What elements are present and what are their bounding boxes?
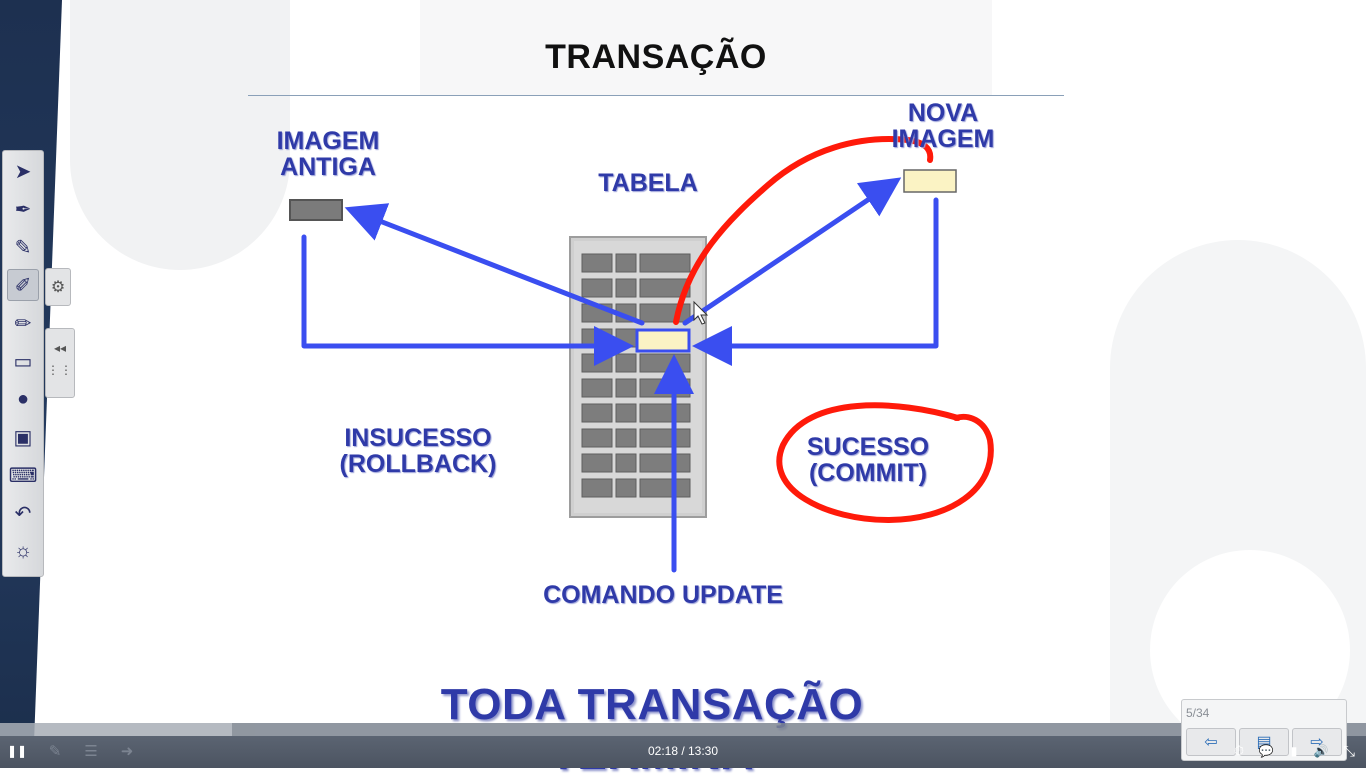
table-cell — [615, 278, 637, 298]
toolbar-tool-button[interactable]: ➤ — [7, 155, 39, 187]
table-cell — [581, 378, 613, 398]
table-cell — [639, 403, 691, 423]
table-cell — [615, 353, 637, 373]
table-cell — [615, 478, 637, 498]
eraser-icon: ▭ — [13, 350, 33, 373]
new-image-box — [903, 169, 957, 193]
commit-label: SUCESSO (COMMIT) — [806, 433, 930, 488]
table-cell — [581, 453, 613, 473]
toolbar-tool-button[interactable]: ☼ — [7, 535, 39, 567]
time-display: 02:18 / 13:30 — [647, 744, 719, 758]
table-cell — [581, 428, 613, 448]
current-row-box — [635, 328, 691, 353]
table-cell — [581, 403, 613, 423]
fullscreen-button[interactable]: ⤡ — [1336, 738, 1362, 764]
colored-pen-icon: ✐ — [14, 274, 32, 297]
table-cell — [615, 453, 637, 473]
toolbar-tool-button[interactable]: ↶ — [7, 497, 39, 529]
signal-button[interactable]: ▮ — [1281, 738, 1307, 764]
new-image-label: NOVA IMAGEM — [891, 99, 995, 154]
highlighter-icon: ✏ — [14, 312, 32, 335]
slide: TRANSAÇÃO IMAGEM ANTIGA NOVA IMAGEM TABE… — [248, 0, 1064, 779]
update-command-label: COMANDO UPDATE — [543, 581, 783, 609]
progress-fill — [0, 723, 233, 736]
table-cell — [639, 453, 691, 473]
table-cell — [581, 278, 613, 298]
pointer-icon: ➤ — [14, 160, 32, 183]
spotlight-icon: ☼ — [13, 539, 33, 562]
keyboard-icon: ⌨ — [8, 464, 38, 487]
undo-icon: ↶ — [14, 502, 32, 525]
volume-icon: 🔊 — [1313, 744, 1329, 758]
page-indicator: 5/34 — [1186, 706, 1210, 720]
pen-icon: ✒ — [14, 198, 32, 221]
toolbar-tool-button[interactable]: ▣ — [7, 421, 39, 453]
grip-icon: ⋮⋮ — [47, 363, 73, 377]
timer-button[interactable]: ⏱ — [1226, 738, 1252, 764]
gear-icon: ⚙ — [50, 279, 66, 296]
toolbar-tool-button[interactable]: ✒ — [7, 193, 39, 225]
arrow-left-icon: ⇦ — [1204, 734, 1218, 751]
table-cell — [581, 253, 613, 273]
table-cell — [615, 378, 637, 398]
toolbar-tool-button[interactable]: ● — [7, 383, 39, 415]
volume-button[interactable]: 🔊 — [1308, 738, 1334, 764]
chat-icon: 💬 — [1258, 744, 1274, 758]
fullscreen-icon: ⤡ — [1342, 742, 1355, 760]
table-cell — [615, 403, 637, 423]
table-cell — [639, 253, 691, 273]
timer-icon: ⏱ — [1233, 743, 1245, 758]
old-image-box — [289, 199, 343, 221]
table-cell — [639, 353, 691, 373]
toolbar-tool-button[interactable]: ✏ — [7, 307, 39, 339]
table-cell — [639, 478, 691, 498]
table-cell — [639, 378, 691, 398]
table-cell — [615, 253, 637, 273]
signal-icon: ▮ — [1290, 744, 1298, 758]
table-graphic — [569, 236, 707, 518]
chat-button[interactable]: 💬 — [1253, 738, 1279, 764]
laser-pointer-icon: ● — [16, 387, 30, 410]
table-cell — [615, 428, 637, 448]
toolbar-tool-button[interactable]: ▭ — [7, 345, 39, 377]
toolbar-settings-button[interactable]: ⚙ — [45, 268, 71, 306]
table-label: TABELA — [598, 169, 698, 197]
ink-toolbar: ➤ ✒ ✎ ✐ ✏ ▭ ● ▣ ⌨ ↶ ☼ — [2, 150, 44, 577]
toolbar-tool-button[interactable]: ✐ — [7, 269, 39, 301]
old-image-label: IMAGEM ANTIGA — [276, 127, 380, 182]
table-cell — [581, 353, 613, 373]
table-cell — [639, 428, 691, 448]
marker-icon: ✎ — [14, 236, 32, 259]
toolbar-collapse-handle[interactable]: ◂◂ ⋮⋮ — [45, 328, 75, 398]
table-cell — [581, 478, 613, 498]
collapse-icon: ◂◂ — [53, 341, 67, 355]
progress-bar[interactable] — [0, 723, 1366, 736]
toolbar-tool-button[interactable]: ⌨ — [7, 459, 39, 491]
whiteboard-icon: ▣ — [13, 426, 33, 449]
rollback-label: INSUCESSO (ROLLBACK) — [339, 424, 497, 479]
toolbar-tool-button[interactable]: ✎ — [7, 231, 39, 263]
